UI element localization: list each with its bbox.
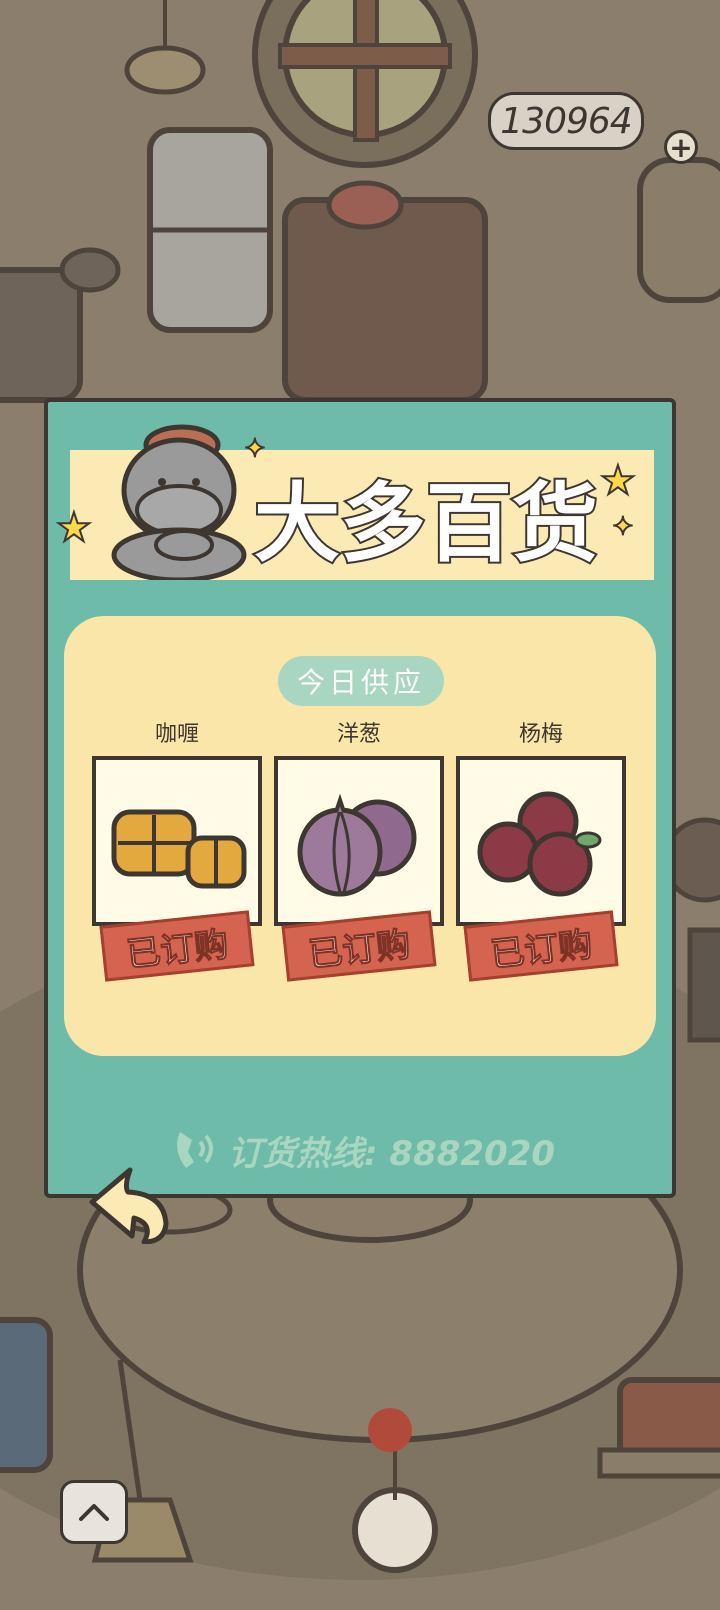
- coin-amount: 130964: [500, 100, 632, 142]
- item-card-curry[interactable]: [92, 756, 262, 926]
- today-supply-label: 今日供应: [278, 656, 444, 706]
- item-name: 洋葱: [336, 722, 381, 747]
- hippo-mascot-icon: [111, 424, 247, 580]
- shop-title: 大多百货: [252, 472, 600, 576]
- coin-counter: 130964: [488, 92, 644, 150]
- chevron-up-icon: [79, 1504, 109, 1521]
- phone-icon: [177, 1132, 213, 1168]
- item-card-onion[interactable]: [274, 756, 444, 926]
- star-icon: ★: [55, 504, 93, 552]
- hotline-text: 订货热线: 8882020: [228, 1133, 556, 1174]
- item-card-bayberry[interactable]: [456, 756, 626, 926]
- expand-menu-button[interactable]: [60, 1480, 128, 1544]
- plus-icon: +: [669, 130, 693, 164]
- bayberry-icon: [477, 791, 602, 897]
- curry-icon: [111, 809, 247, 889]
- order-hotline[interactable]: 订货热线: 8882020: [170, 1120, 590, 1180]
- item-name: 咖喱: [154, 722, 199, 747]
- item-name: 杨梅: [518, 722, 563, 747]
- back-arrow-icon[interactable]: [84, 1164, 172, 1244]
- onion-icon: [297, 793, 417, 897]
- add-coins-button[interactable]: +: [664, 130, 698, 164]
